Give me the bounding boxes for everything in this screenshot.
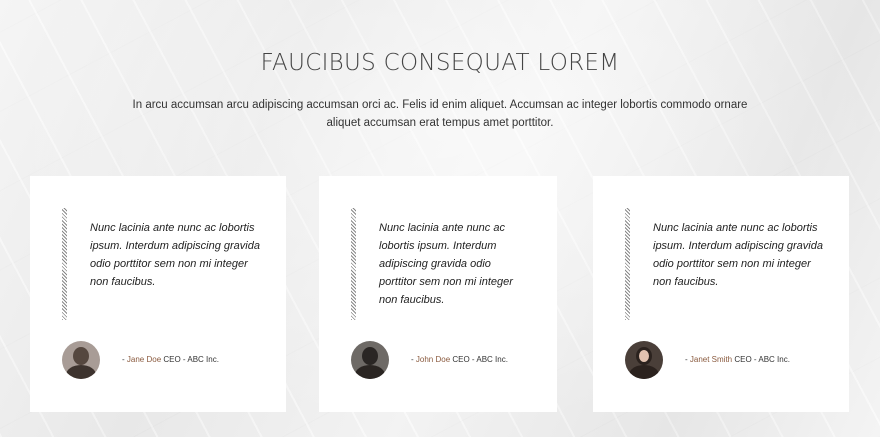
author-role: CEO - ABC Inc.: [732, 355, 790, 364]
avatar-head: [362, 347, 378, 365]
testimonial-card: Nunc lacinia ante nunc ac lobortis ipsum…: [30, 176, 286, 412]
author-name: Jane Doe: [126, 355, 162, 364]
avatar-shoulders: [355, 365, 385, 379]
avatar: [62, 341, 100, 379]
quote-bar: [625, 208, 630, 320]
testimonial-byline: - Janet Smith CEO - ABC Inc.: [685, 355, 790, 364]
section-intro: In arcu accumsan arcu adipiscing accumsa…: [132, 99, 748, 129]
avatar-head: [636, 347, 652, 365]
author-role: CEO - ABC Inc.: [450, 355, 508, 364]
quote-bar: [62, 208, 67, 320]
testimonial-quote: Nunc lacinia ante nunc ac lobortis ipsum…: [90, 222, 260, 288]
quote-bar: [351, 208, 356, 320]
avatar: [351, 341, 389, 379]
avatar-shoulders: [629, 365, 659, 379]
author-role: CEO - ABC Inc.: [161, 355, 219, 364]
avatar-head: [73, 347, 89, 365]
testimonial-byline: - Jane Doe CEO - ABC Inc.: [122, 355, 219, 364]
testimonial-quote: Nunc lacinia ante nunc ac lobortis ipsum…: [653, 222, 823, 288]
section-heading: FAUCIBUS CONSEQUAT LOREM: [260, 50, 620, 76]
author-name: John Doe: [415, 355, 451, 364]
author-name: Janet Smith: [689, 355, 733, 364]
testimonial-card: Nunc lacinia ante nunc ac lobortis ipsum…: [319, 176, 557, 412]
testimonial-card: Nunc lacinia ante nunc ac lobortis ipsum…: [593, 176, 849, 412]
avatar: [625, 341, 663, 379]
testimonial-quote: Nunc lacinia ante nunc ac lobortis ipsum…: [379, 222, 513, 306]
testimonial-byline: - John Doe CEO - ABC Inc.: [411, 355, 508, 364]
avatar-shoulders: [66, 365, 96, 379]
